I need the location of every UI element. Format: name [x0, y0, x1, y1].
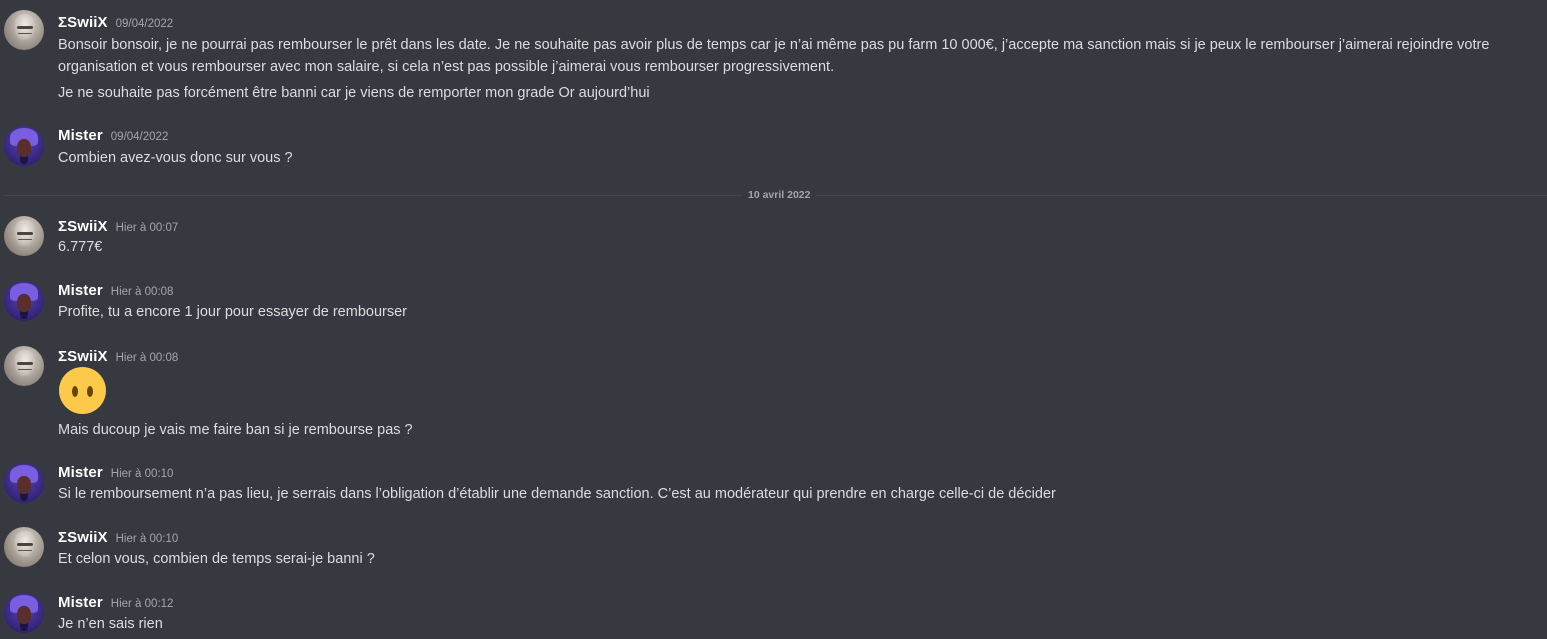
avatar[interactable]: [4, 463, 44, 503]
message-header: ΣSwiiX 09/04/2022: [58, 14, 173, 31]
author-name[interactable]: ΣSwiiX: [58, 348, 108, 365]
emoji-eye: [72, 386, 78, 397]
message-header: Mister Hier à 00:10: [58, 464, 173, 481]
chat-message-list: ΣSwiiX 09/04/2022 Bonsoir bonsoir, je ne…: [0, 0, 1547, 639]
avatar[interactable]: [4, 281, 44, 321]
message-text: Combien avez-vous donc sur vous ?: [58, 150, 293, 166]
avatar[interactable]: [4, 216, 44, 256]
message-timestamp: Hier à 00:07: [115, 222, 179, 234]
message-text: Mais ducoup je vais me faire ban si je r…: [58, 422, 413, 438]
author-name[interactable]: Mister: [58, 594, 103, 611]
emoji-eye: [87, 386, 93, 397]
message-text: 6.777€: [58, 239, 103, 255]
date-divider-label: 10 avril 2022: [742, 189, 817, 201]
message-text: Je n’en sais rien: [58, 616, 163, 632]
author-name[interactable]: Mister: [58, 282, 103, 299]
author-name[interactable]: ΣSwiiX: [58, 218, 108, 235]
avatar[interactable]: [4, 10, 44, 50]
message-text: Si le remboursement n’a pas lieu, je ser…: [58, 486, 1056, 502]
avatar[interactable]: [4, 527, 44, 567]
message-header: Mister Hier à 00:12: [58, 594, 173, 611]
message-header: Mister 09/04/2022: [58, 127, 168, 144]
message-text: Bonsoir bonsoir, je ne pourrai pas rembo…: [58, 37, 1490, 53]
message-timestamp: Hier à 00:08: [110, 286, 174, 298]
message-timestamp: Hier à 00:08: [115, 352, 179, 364]
message-header: ΣSwiiX Hier à 00:10: [58, 529, 178, 546]
message-text: Je ne souhaite pas forcément être banni …: [58, 85, 650, 101]
no-mouth-face-emoji-icon[interactable]: [59, 367, 106, 414]
message-timestamp: 09/04/2022: [115, 18, 174, 30]
message-header: ΣSwiiX Hier à 00:08: [58, 348, 178, 365]
author-name[interactable]: Mister: [58, 464, 103, 481]
avatar[interactable]: [4, 126, 44, 166]
avatar[interactable]: [4, 593, 44, 633]
message-timestamp: Hier à 00:10: [110, 468, 174, 480]
avatar[interactable]: [4, 346, 44, 386]
message-text: Et celon vous, combien de temps serai-je…: [58, 551, 375, 567]
message-timestamp: Hier à 00:12: [110, 598, 174, 610]
message-text: Profite, tu a encore 1 jour pour essayer…: [58, 304, 407, 320]
author-name[interactable]: ΣSwiiX: [58, 529, 108, 546]
message-timestamp: Hier à 00:10: [115, 533, 179, 545]
message-header: ΣSwiiX Hier à 00:07: [58, 218, 178, 235]
message-header: Mister Hier à 00:08: [58, 282, 173, 299]
author-name[interactable]: ΣSwiiX: [58, 14, 108, 31]
message-timestamp: 09/04/2022: [110, 131, 169, 143]
message-text: organisation et vous rembourser avec mon…: [58, 59, 835, 75]
author-name[interactable]: Mister: [58, 127, 103, 144]
